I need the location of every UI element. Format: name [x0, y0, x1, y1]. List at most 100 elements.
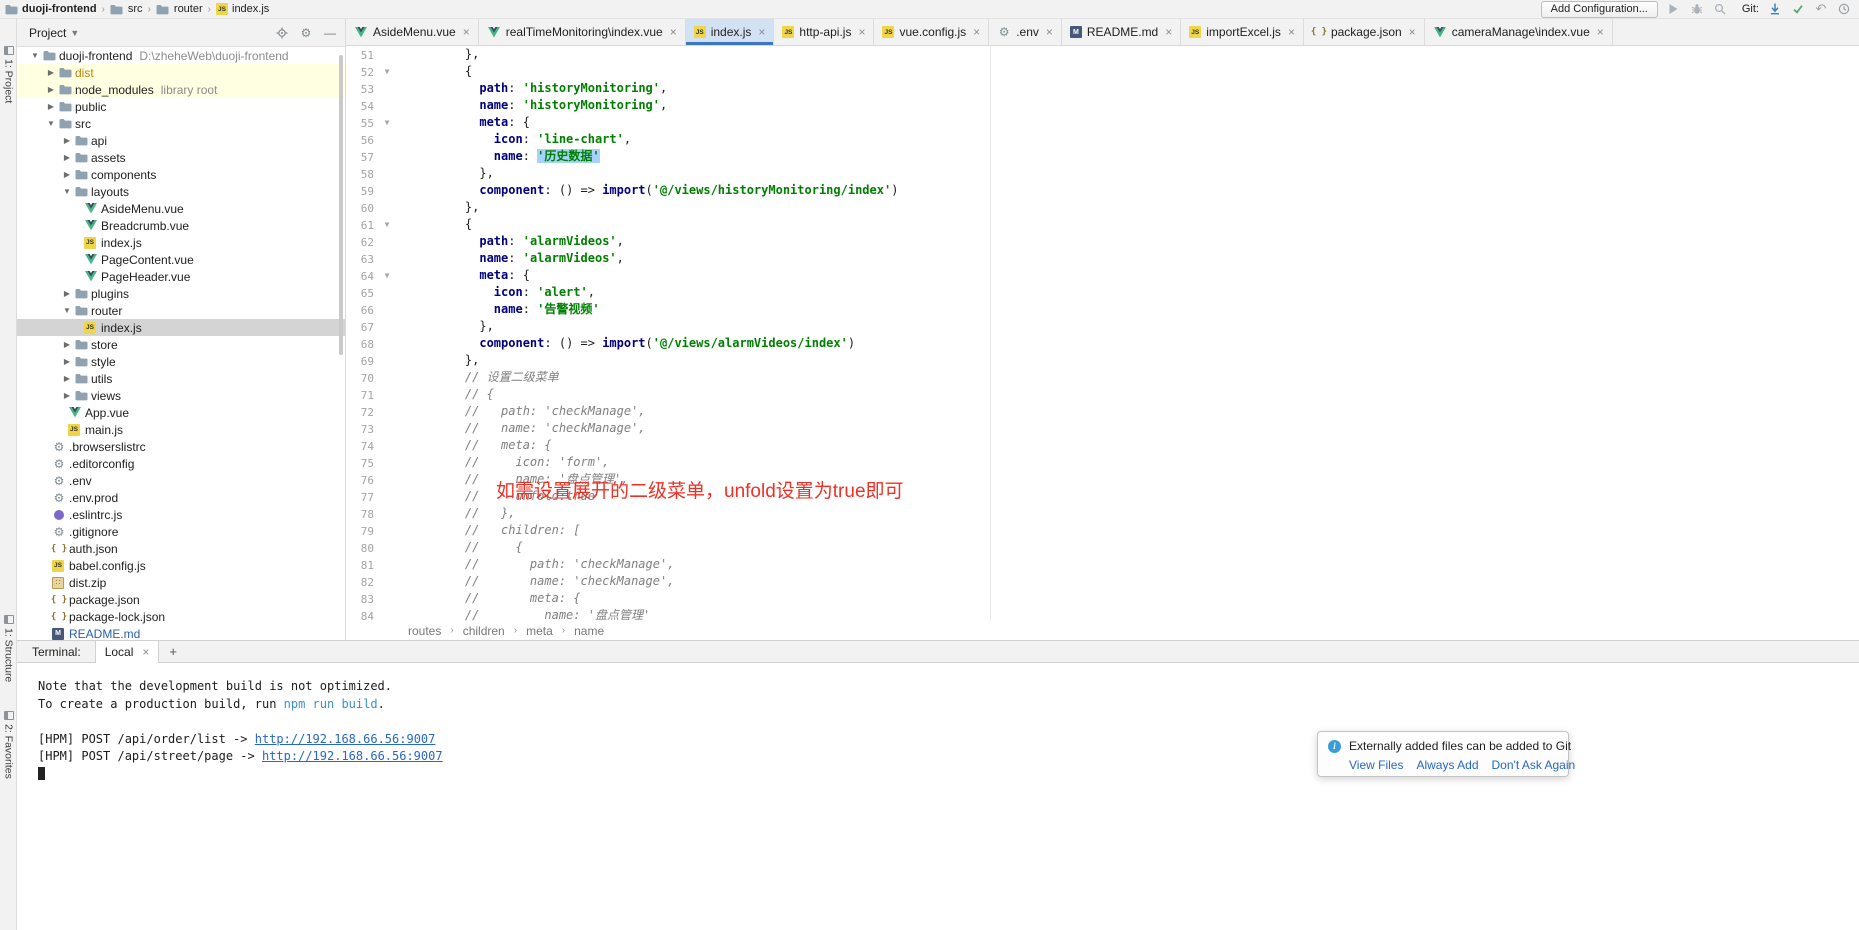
tree-item-store[interactable]: ▶store — [17, 336, 345, 353]
chevron-right-icon[interactable]: ▶ — [60, 357, 74, 366]
terminal-link[interactable]: http://192.168.66.56:9007 — [262, 749, 443, 763]
close-icon[interactable]: × — [1165, 25, 1172, 39]
close-icon[interactable]: × — [1046, 25, 1053, 39]
tree-item-pagecontent.vue[interactable]: PageContent.vue — [17, 251, 345, 268]
chevron-down-icon[interactable]: ▼ — [28, 51, 42, 60]
history-icon[interactable] — [1837, 2, 1851, 16]
chevron-right-icon[interactable]: ▶ — [60, 153, 74, 162]
tree-item-dist.zip[interactable]: ∷dist.zip — [17, 574, 345, 591]
chevron-right-icon[interactable]: ▶ — [60, 374, 74, 383]
tree-item-assets[interactable]: ▶assets — [17, 149, 345, 166]
tree-item-components[interactable]: ▶components — [17, 166, 345, 183]
chevron-right-icon[interactable]: ▶ — [44, 85, 58, 94]
breadcrumb-item[interactable]: src — [110, 3, 143, 15]
tree-item-pageheader.vue[interactable]: PageHeader.vue — [17, 268, 345, 285]
editor-breadcrumb-item[interactable]: children — [463, 624, 505, 638]
editor-tab-asidemenu.vue[interactable]: AsideMenu.vue× — [346, 19, 479, 45]
editor-tab-importexcel.js[interactable]: JSimportExcel.js× — [1181, 19, 1304, 45]
settings-gear-icon[interactable]: ⚙ — [299, 26, 313, 40]
editor-tab-package.json[interactable]: { }package.json× — [1304, 19, 1425, 45]
editor-breadcrumb-item[interactable]: routes — [408, 624, 441, 638]
editor-tab-http-api.js[interactable]: JShttp-api.js× — [774, 19, 874, 45]
search-everywhere-icon[interactable] — [1713, 2, 1727, 16]
editor-tab-realtimemonitoring-index.vue[interactable]: realTimeMonitoring\index.vue× — [479, 19, 686, 45]
fold-marker-icon[interactable]: ▼ — [374, 267, 400, 284]
chevron-down-icon[interactable]: ▼ — [60, 306, 74, 315]
tree-item-utils[interactable]: ▶utils — [17, 370, 345, 387]
code-editor[interactable]: 51 },52▼ {53 path: 'historyMonitoring',5… — [346, 46, 1859, 621]
tree-item-dist[interactable]: ▶dist — [17, 64, 345, 81]
notification-action-always-add[interactable]: Always Add — [1416, 758, 1478, 772]
editor-tab-cameramanage-index.vue[interactable]: cameraManage\index.vue× — [1425, 19, 1613, 45]
debug-icon[interactable] — [1690, 2, 1704, 16]
editor-tab-vue.config.js[interactable]: JSvue.config.js× — [874, 19, 989, 45]
editor-tab-.env[interactable]: ⚙.env× — [989, 19, 1062, 45]
tree-item-package-lock.json[interactable]: { }package-lock.json — [17, 608, 345, 625]
close-icon[interactable]: × — [1288, 25, 1295, 39]
editor-breadcrumb-item[interactable]: name — [574, 624, 604, 638]
tree-item-app.vue[interactable]: App.vue — [17, 404, 345, 421]
hide-panel-icon[interactable]: — — [323, 26, 337, 40]
toolwindow-button-project[interactable]: 1: Project — [0, 46, 17, 103]
close-icon[interactable]: × — [1597, 25, 1604, 39]
tree-item-public[interactable]: ▶public — [17, 98, 345, 115]
project-panel-title[interactable]: Project — [29, 26, 66, 40]
tree-item-readme.md[interactable]: MREADME.md — [17, 625, 345, 640]
tree-item-index.js[interactable]: JSindex.js — [17, 234, 345, 251]
breadcrumb-item[interactable]: JSindex.js — [216, 3, 269, 15]
tree-item-src[interactable]: ▼src — [17, 115, 345, 132]
breadcrumb-item[interactable]: duoji-frontend — [4, 3, 97, 15]
chevron-right-icon[interactable]: ▶ — [44, 68, 58, 77]
tree-item-api[interactable]: ▶api — [17, 132, 345, 149]
tree-item-main.js[interactable]: JSmain.js — [17, 421, 345, 438]
tree-item-babel.config.js[interactable]: JSbabel.config.js — [17, 557, 345, 574]
chevron-down-icon[interactable]: ▼ — [60, 187, 74, 196]
editor-tab-index.js[interactable]: JSindex.js× — [686, 19, 775, 45]
rollback-icon[interactable]: ↶ — [1814, 2, 1828, 16]
tree-item-node-modules[interactable]: ▶node_moduleslibrary root — [17, 81, 345, 98]
tree-item-views[interactable]: ▶views — [17, 387, 345, 404]
editor-tab-readme.md[interactable]: MREADME.md× — [1062, 19, 1181, 45]
chevron-right-icon[interactable]: ▶ — [44, 102, 58, 111]
fold-marker-icon[interactable]: ▼ — [374, 216, 400, 233]
chevron-down-icon[interactable]: ▼ — [44, 119, 58, 128]
run-icon[interactable] — [1667, 2, 1681, 16]
terminal-tab-local[interactable]: Local × — [95, 641, 160, 663]
close-icon[interactable]: × — [142, 645, 149, 659]
toolwindow-button-structure[interactable]: 1: Structure — [0, 615, 17, 682]
tree-item-.env.prod[interactable]: ⚙.env.prod — [17, 489, 345, 506]
chevron-down-icon[interactable]: ▼ — [70, 28, 79, 38]
new-terminal-session-icon[interactable]: + — [159, 641, 187, 662]
chevron-right-icon[interactable]: ▶ — [60, 136, 74, 145]
notification-action-don-t-ask-again[interactable]: Don't Ask Again — [1492, 758, 1576, 772]
tree-item-.browserslistrc[interactable]: ⚙.browserslistrc — [17, 438, 345, 455]
chevron-right-icon[interactable]: ▶ — [60, 170, 74, 179]
tree-item-asidemenu.vue[interactable]: AsideMenu.vue — [17, 200, 345, 217]
git-update-icon[interactable] — [1768, 2, 1782, 16]
chevron-right-icon[interactable]: ▶ — [60, 289, 74, 298]
tree-scrollbar[interactable] — [339, 55, 343, 355]
git-commit-icon[interactable] — [1791, 2, 1805, 16]
terminal-link[interactable]: http://192.168.66.56:9007 — [255, 732, 436, 746]
chevron-right-icon[interactable]: ▶ — [60, 340, 74, 349]
tree-item-style[interactable]: ▶style — [17, 353, 345, 370]
tree-item-package.json[interactable]: { }package.json — [17, 591, 345, 608]
tree-item-.gitignore[interactable]: ⚙.gitignore — [17, 523, 345, 540]
tree-item-index.js[interactable]: JSindex.js — [17, 319, 345, 336]
tree-item-breadcrumb.vue[interactable]: Breadcrumb.vue — [17, 217, 345, 234]
toolwindow-button-favorites[interactable]: 2: Favorites — [0, 711, 17, 779]
close-icon[interactable]: × — [973, 25, 980, 39]
close-icon[interactable]: × — [463, 25, 470, 39]
tree-item-duoji-frontend[interactable]: ▼duoji-frontendD:\zheheWeb\duoji-fronten… — [17, 47, 345, 64]
tree-item-.eslintrc.js[interactable]: .eslintrc.js — [17, 506, 345, 523]
chevron-right-icon[interactable]: ▶ — [60, 391, 74, 400]
breadcrumb-item[interactable]: router — [156, 3, 203, 15]
editor-breadcrumb-item[interactable]: meta — [526, 624, 553, 638]
close-icon[interactable]: × — [758, 25, 765, 39]
add-configuration-button[interactable]: Add Configuration... — [1541, 1, 1658, 18]
fold-marker-icon[interactable]: ▼ — [374, 114, 400, 131]
tree-item-.env[interactable]: ⚙.env — [17, 472, 345, 489]
fold-marker-icon[interactable]: ▼ — [374, 63, 400, 80]
locate-file-icon[interactable] — [275, 26, 289, 40]
close-icon[interactable]: × — [858, 25, 865, 39]
